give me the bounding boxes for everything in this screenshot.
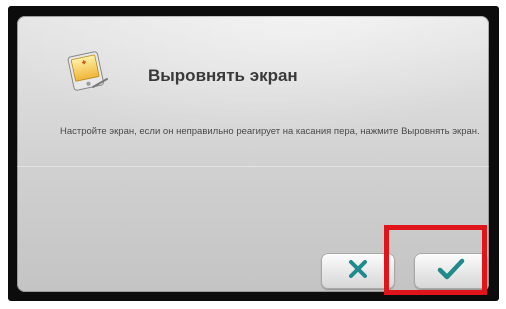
description-text: Настройте экран, если он неправильно реа… — [60, 126, 480, 137]
highlight-box — [384, 225, 487, 295]
cross-icon — [347, 258, 369, 285]
screen-align-icon — [63, 49, 109, 95]
page-title: Выровнять экран — [148, 66, 298, 85]
